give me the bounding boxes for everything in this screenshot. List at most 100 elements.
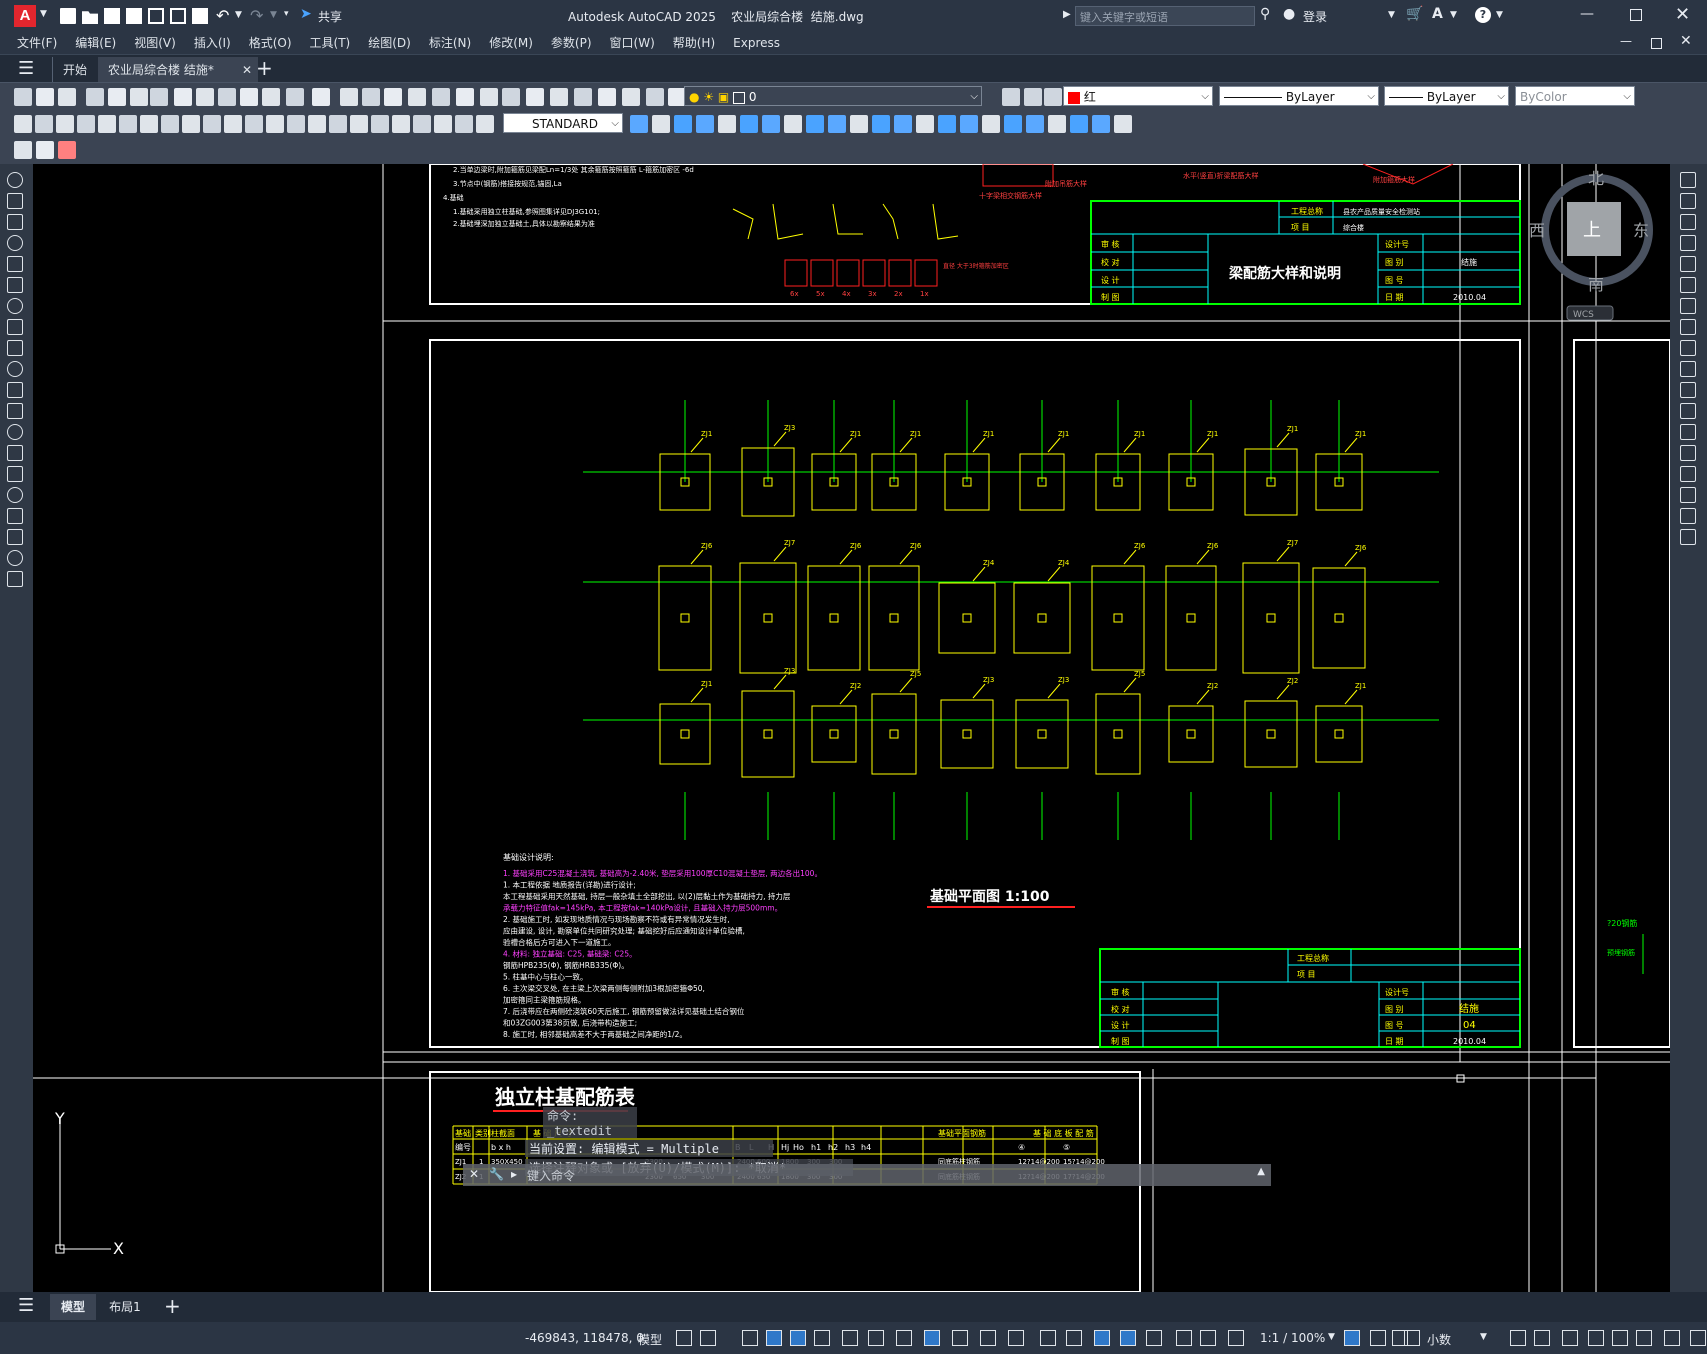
new-tab-icon[interactable]: + xyxy=(256,56,273,80)
command-expand-icon[interactable]: ▲ xyxy=(1257,1166,1265,1177)
status-toggle-26-icon[interactable] xyxy=(1534,1330,1550,1346)
tab-layout1[interactable]: 布局1 xyxy=(102,1294,148,1320)
tab-document[interactable]: 农业局综合楼 结施* ✕ xyxy=(98,57,258,83)
units-chevron-icon[interactable]: ▼ xyxy=(1480,1332,1487,1342)
customize-qat-icon[interactable]: ▾ xyxy=(284,9,289,19)
maximize-icon[interactable] xyxy=(1630,9,1642,21)
draw-tool-12-icon[interactable] xyxy=(7,424,23,440)
row2-tool-10-icon[interactable] xyxy=(224,115,242,133)
command-recent-icon[interactable]: ▸ xyxy=(511,1167,517,1181)
status-toggle-10-icon[interactable] xyxy=(952,1330,968,1346)
row2b-tool-19-icon[interactable] xyxy=(1048,115,1066,133)
draw-tool-7-icon[interactable] xyxy=(7,319,23,335)
row3-tool-1-icon[interactable] xyxy=(36,141,54,159)
status-toggle-32-icon[interactable] xyxy=(1690,1330,1706,1346)
menu-item-10[interactable]: 窗口(W) xyxy=(601,32,664,54)
menu-item-11[interactable]: 帮助(H) xyxy=(664,32,724,54)
draw-tool-14-icon[interactable] xyxy=(7,466,23,482)
command-customize-icon[interactable]: 🔧 xyxy=(489,1167,504,1181)
row2-tool-15-icon[interactable] xyxy=(329,115,347,133)
app-logo[interactable]: A xyxy=(14,5,36,27)
layer-dropdown[interactable]: ● ☀ ▣ 0 ⌵ xyxy=(684,86,982,106)
row2-tool-16-icon[interactable] xyxy=(350,115,368,133)
menu-item-6[interactable]: 绘图(D) xyxy=(359,32,420,54)
row2b-tool-1-icon[interactable] xyxy=(652,115,670,133)
modify-tool-3-icon[interactable] xyxy=(1680,235,1696,251)
status-toggle-25-icon[interactable] xyxy=(1510,1330,1526,1346)
draw-tool-11-icon[interactable] xyxy=(7,403,23,419)
row3-tool-0-icon[interactable] xyxy=(14,141,32,159)
modify-tool-2-icon[interactable] xyxy=(1680,214,1696,230)
doc-restore-icon[interactable] xyxy=(1651,38,1662,49)
row1-tool-14-icon[interactable] xyxy=(340,88,358,106)
row2b-tool-7-icon[interactable] xyxy=(784,115,802,133)
draw-tool-8-icon[interactable] xyxy=(7,340,23,356)
row2b-tool-11-icon[interactable] xyxy=(872,115,890,133)
undo-icon[interactable]: ↶ xyxy=(216,6,229,25)
row1-tool-12-icon[interactable] xyxy=(286,88,304,106)
modify-tool-9-icon[interactable] xyxy=(1680,361,1696,377)
status-toggle-21-icon[interactable] xyxy=(1344,1330,1360,1346)
command-close-icon[interactable]: ✕ xyxy=(469,1167,479,1181)
row1-tool-15-icon[interactable] xyxy=(362,88,380,106)
row1-tool-5-icon[interactable] xyxy=(130,88,148,106)
draw-tool-3-icon[interactable] xyxy=(7,235,23,251)
row2-tool-4-icon[interactable] xyxy=(98,115,116,133)
row2b-tool-20-icon[interactable] xyxy=(1070,115,1088,133)
status-toggle-5-icon[interactable] xyxy=(814,1330,830,1346)
menu-item-8[interactable]: 修改(M) xyxy=(480,32,542,54)
row3-tool-2-icon[interactable] xyxy=(58,141,76,159)
model-space-button[interactable]: 模型 xyxy=(638,1331,662,1348)
draw-tool-16-icon[interactable] xyxy=(7,508,23,524)
tab-start[interactable]: 开始 xyxy=(52,57,97,83)
status-toggle-13-icon[interactable] xyxy=(1040,1330,1056,1346)
row2-tool-17-icon[interactable] xyxy=(371,115,389,133)
row2-tool-9-icon[interactable] xyxy=(203,115,221,133)
menu-item-9[interactable]: 参数(P) xyxy=(542,32,601,54)
row2b-tool-10-icon[interactable] xyxy=(850,115,868,133)
app-dropdown-icon[interactable]: ▼ xyxy=(1450,10,1457,20)
row2-tool-5-icon[interactable] xyxy=(119,115,137,133)
help-dropdown-icon[interactable]: ▼ xyxy=(1496,10,1503,20)
redo-icon[interactable]: ↷ xyxy=(250,6,263,25)
status-toggle-30-icon[interactable] xyxy=(1636,1330,1652,1346)
modify-tool-16-icon[interactable] xyxy=(1680,508,1696,524)
draw-tool-4-icon[interactable] xyxy=(7,256,23,272)
user-icon[interactable]: ● xyxy=(1283,6,1295,22)
save-as-icon[interactable] xyxy=(126,8,142,24)
menu-item-12[interactable]: Express xyxy=(724,32,789,54)
app-menu-chevron-icon[interactable]: ▼ xyxy=(40,9,47,19)
row2b-tool-9-icon[interactable] xyxy=(828,115,846,133)
row1-tool-16-icon[interactable] xyxy=(384,88,402,106)
row2b-tool-14-icon[interactable] xyxy=(938,115,956,133)
plot-icon[interactable] xyxy=(192,8,208,24)
textstyle-dropdown[interactable]: STANDARD ⌵ xyxy=(503,113,623,133)
search-input[interactable]: 键入关键字或短语 xyxy=(1075,6,1255,26)
status-toggle-15-icon[interactable] xyxy=(1094,1330,1110,1346)
share-icon[interactable]: ➤ xyxy=(300,6,312,22)
status-toggle-7-icon[interactable] xyxy=(868,1330,884,1346)
tab-model[interactable]: 模型 xyxy=(50,1294,96,1320)
modify-tool-4-icon[interactable] xyxy=(1680,256,1696,272)
row1-tool-7-icon[interactable] xyxy=(174,88,192,106)
new-file-icon[interactable] xyxy=(60,8,76,24)
command-input-bar[interactable]: ✕ 🔧 ▸ 键入命令 ▲ xyxy=(463,1164,1271,1186)
status-toggle-19-icon[interactable] xyxy=(1200,1330,1216,1346)
row1-tool-9-icon[interactable] xyxy=(218,88,236,106)
row2-tool-1-icon[interactable] xyxy=(35,115,53,133)
row2b-tool-16-icon[interactable] xyxy=(982,115,1000,133)
status-toggle-0-icon[interactable] xyxy=(676,1330,692,1346)
status-toggle-18-icon[interactable] xyxy=(1176,1330,1192,1346)
row1-tool-1-icon[interactable] xyxy=(36,88,54,106)
status-toggle-6-icon[interactable] xyxy=(842,1330,858,1346)
layer-tool-1-icon[interactable] xyxy=(1024,88,1042,106)
row1-tool-21-icon[interactable] xyxy=(502,88,520,106)
minimize-icon[interactable]: — xyxy=(1580,6,1594,22)
draw-tool-19-icon[interactable] xyxy=(7,571,23,587)
row2-tool-6-icon[interactable] xyxy=(140,115,158,133)
row1-tool-23-icon[interactable] xyxy=(550,88,568,106)
autodesk-app-icon[interactable]: A xyxy=(1432,6,1443,22)
status-toggle-3-icon[interactable] xyxy=(766,1330,782,1346)
status-toggle-8-icon[interactable] xyxy=(896,1330,912,1346)
row1-tool-25-icon[interactable] xyxy=(598,88,616,106)
